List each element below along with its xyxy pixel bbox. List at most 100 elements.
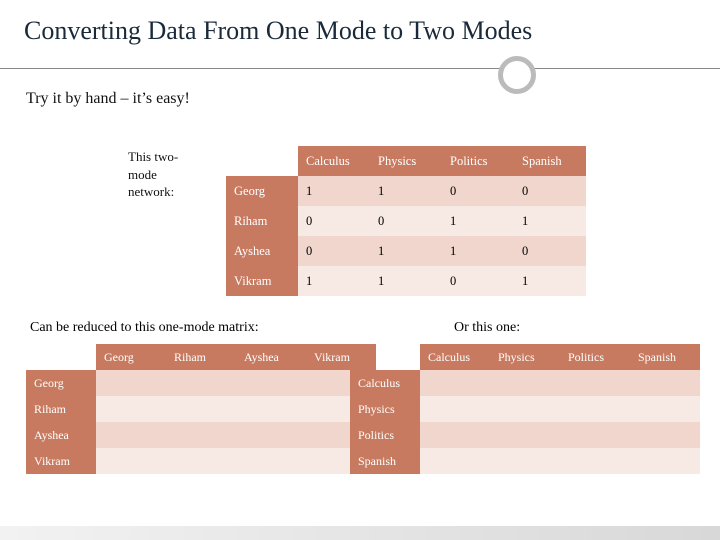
corner-cell <box>350 344 420 370</box>
cell: 0 <box>442 266 514 296</box>
cell: 0 <box>298 236 370 266</box>
cell: 1 <box>370 266 442 296</box>
cell <box>166 396 236 422</box>
cell <box>420 370 490 396</box>
cell <box>96 370 166 396</box>
cell <box>630 422 700 448</box>
footer-bar <box>0 526 720 540</box>
table-row: Georg <box>26 370 376 396</box>
corner-cell <box>226 146 298 176</box>
row-header: Ayshea <box>26 422 96 448</box>
cell <box>96 422 166 448</box>
cell <box>166 422 236 448</box>
cell <box>420 396 490 422</box>
cell <box>96 448 166 474</box>
cell <box>490 370 560 396</box>
cell <box>490 396 560 422</box>
cell: 1 <box>298 176 370 206</box>
cell: 1 <box>514 206 586 236</box>
reduce-caption: Can be reduced to this one-mode matrix: <box>30 320 259 336</box>
col-header: Politics <box>560 344 630 370</box>
row-header: Calculus <box>350 370 420 396</box>
two-mode-table: Calculus Physics Politics Spanish Georg … <box>226 146 586 296</box>
cell <box>560 448 630 474</box>
col-header: Politics <box>442 146 514 176</box>
row-header: Riham <box>26 396 96 422</box>
cell <box>96 396 166 422</box>
cell: 1 <box>370 236 442 266</box>
row-header: Physics <box>350 396 420 422</box>
cell: 1 <box>442 206 514 236</box>
row-header: Georg <box>226 176 298 206</box>
corner-cell <box>26 344 96 370</box>
table-header-row: Calculus Physics Politics Spanish <box>226 146 586 176</box>
cell <box>560 396 630 422</box>
cell <box>560 422 630 448</box>
cell: 1 <box>298 266 370 296</box>
col-header: Calculus <box>420 344 490 370</box>
table-row: Vikram 1 1 0 1 <box>226 266 586 296</box>
cell <box>236 422 306 448</box>
table-row: Physics <box>350 396 700 422</box>
page-title: Converting Data From One Mode to Two Mod… <box>0 0 720 50</box>
table-row: Ayshea <box>26 422 376 448</box>
cell: 0 <box>514 176 586 206</box>
row-header: Spanish <box>350 448 420 474</box>
table-header-row: Calculus Physics Politics Spanish <box>350 344 700 370</box>
table-row: Politics <box>350 422 700 448</box>
table-row: Calculus <box>350 370 700 396</box>
cell <box>490 448 560 474</box>
table-row: Georg 1 1 0 0 <box>226 176 586 206</box>
one-mode-matrix-2: Calculus Physics Politics Spanish Calcul… <box>350 344 700 474</box>
cell: 0 <box>298 206 370 236</box>
col-header: Riham <box>166 344 236 370</box>
table-row: Ayshea 0 1 1 0 <box>226 236 586 266</box>
table-row: Spanish <box>350 448 700 474</box>
cell: 1 <box>370 176 442 206</box>
col-header: Georg <box>96 344 166 370</box>
cell <box>236 396 306 422</box>
row-header: Vikram <box>26 448 96 474</box>
divider-circle-icon <box>498 56 536 94</box>
col-header: Ayshea <box>236 344 306 370</box>
table-row: Vikram <box>26 448 376 474</box>
row-header: Vikram <box>226 266 298 296</box>
cell: 1 <box>442 236 514 266</box>
divider-line <box>0 68 720 69</box>
two-mode-label-line: mode <box>128 166 218 184</box>
col-header: Physics <box>370 146 442 176</box>
col-header: Physics <box>490 344 560 370</box>
two-mode-label-line: This two- <box>128 148 218 166</box>
row-header: Politics <box>350 422 420 448</box>
cell <box>236 370 306 396</box>
cell <box>166 448 236 474</box>
cell <box>166 370 236 396</box>
cell: 0 <box>514 236 586 266</box>
table-row: Riham <box>26 396 376 422</box>
two-mode-label-line: network: <box>128 183 218 201</box>
cell <box>560 370 630 396</box>
col-header: Calculus <box>298 146 370 176</box>
cell <box>630 448 700 474</box>
cell <box>420 422 490 448</box>
cell: 0 <box>442 176 514 206</box>
cell: 0 <box>370 206 442 236</box>
title-divider <box>0 50 720 90</box>
col-header: Spanish <box>630 344 700 370</box>
cell <box>236 448 306 474</box>
cell <box>490 422 560 448</box>
one-mode-matrix-1: Georg Riham Ayshea Vikram Georg Riham Ay… <box>26 344 376 474</box>
row-header: Riham <box>226 206 298 236</box>
table-row: Riham 0 0 1 1 <box>226 206 586 236</box>
or-caption: Or this one: <box>454 320 520 336</box>
col-header: Spanish <box>514 146 586 176</box>
cell: 1 <box>514 266 586 296</box>
subheading: Try it by hand – it’s easy! <box>0 90 720 118</box>
table-header-row: Georg Riham Ayshea Vikram <box>26 344 376 370</box>
cell <box>630 370 700 396</box>
row-header: Georg <box>26 370 96 396</box>
cell <box>630 396 700 422</box>
two-mode-label: This two- mode network: <box>128 148 218 201</box>
row-header: Ayshea <box>226 236 298 266</box>
cell <box>420 448 490 474</box>
